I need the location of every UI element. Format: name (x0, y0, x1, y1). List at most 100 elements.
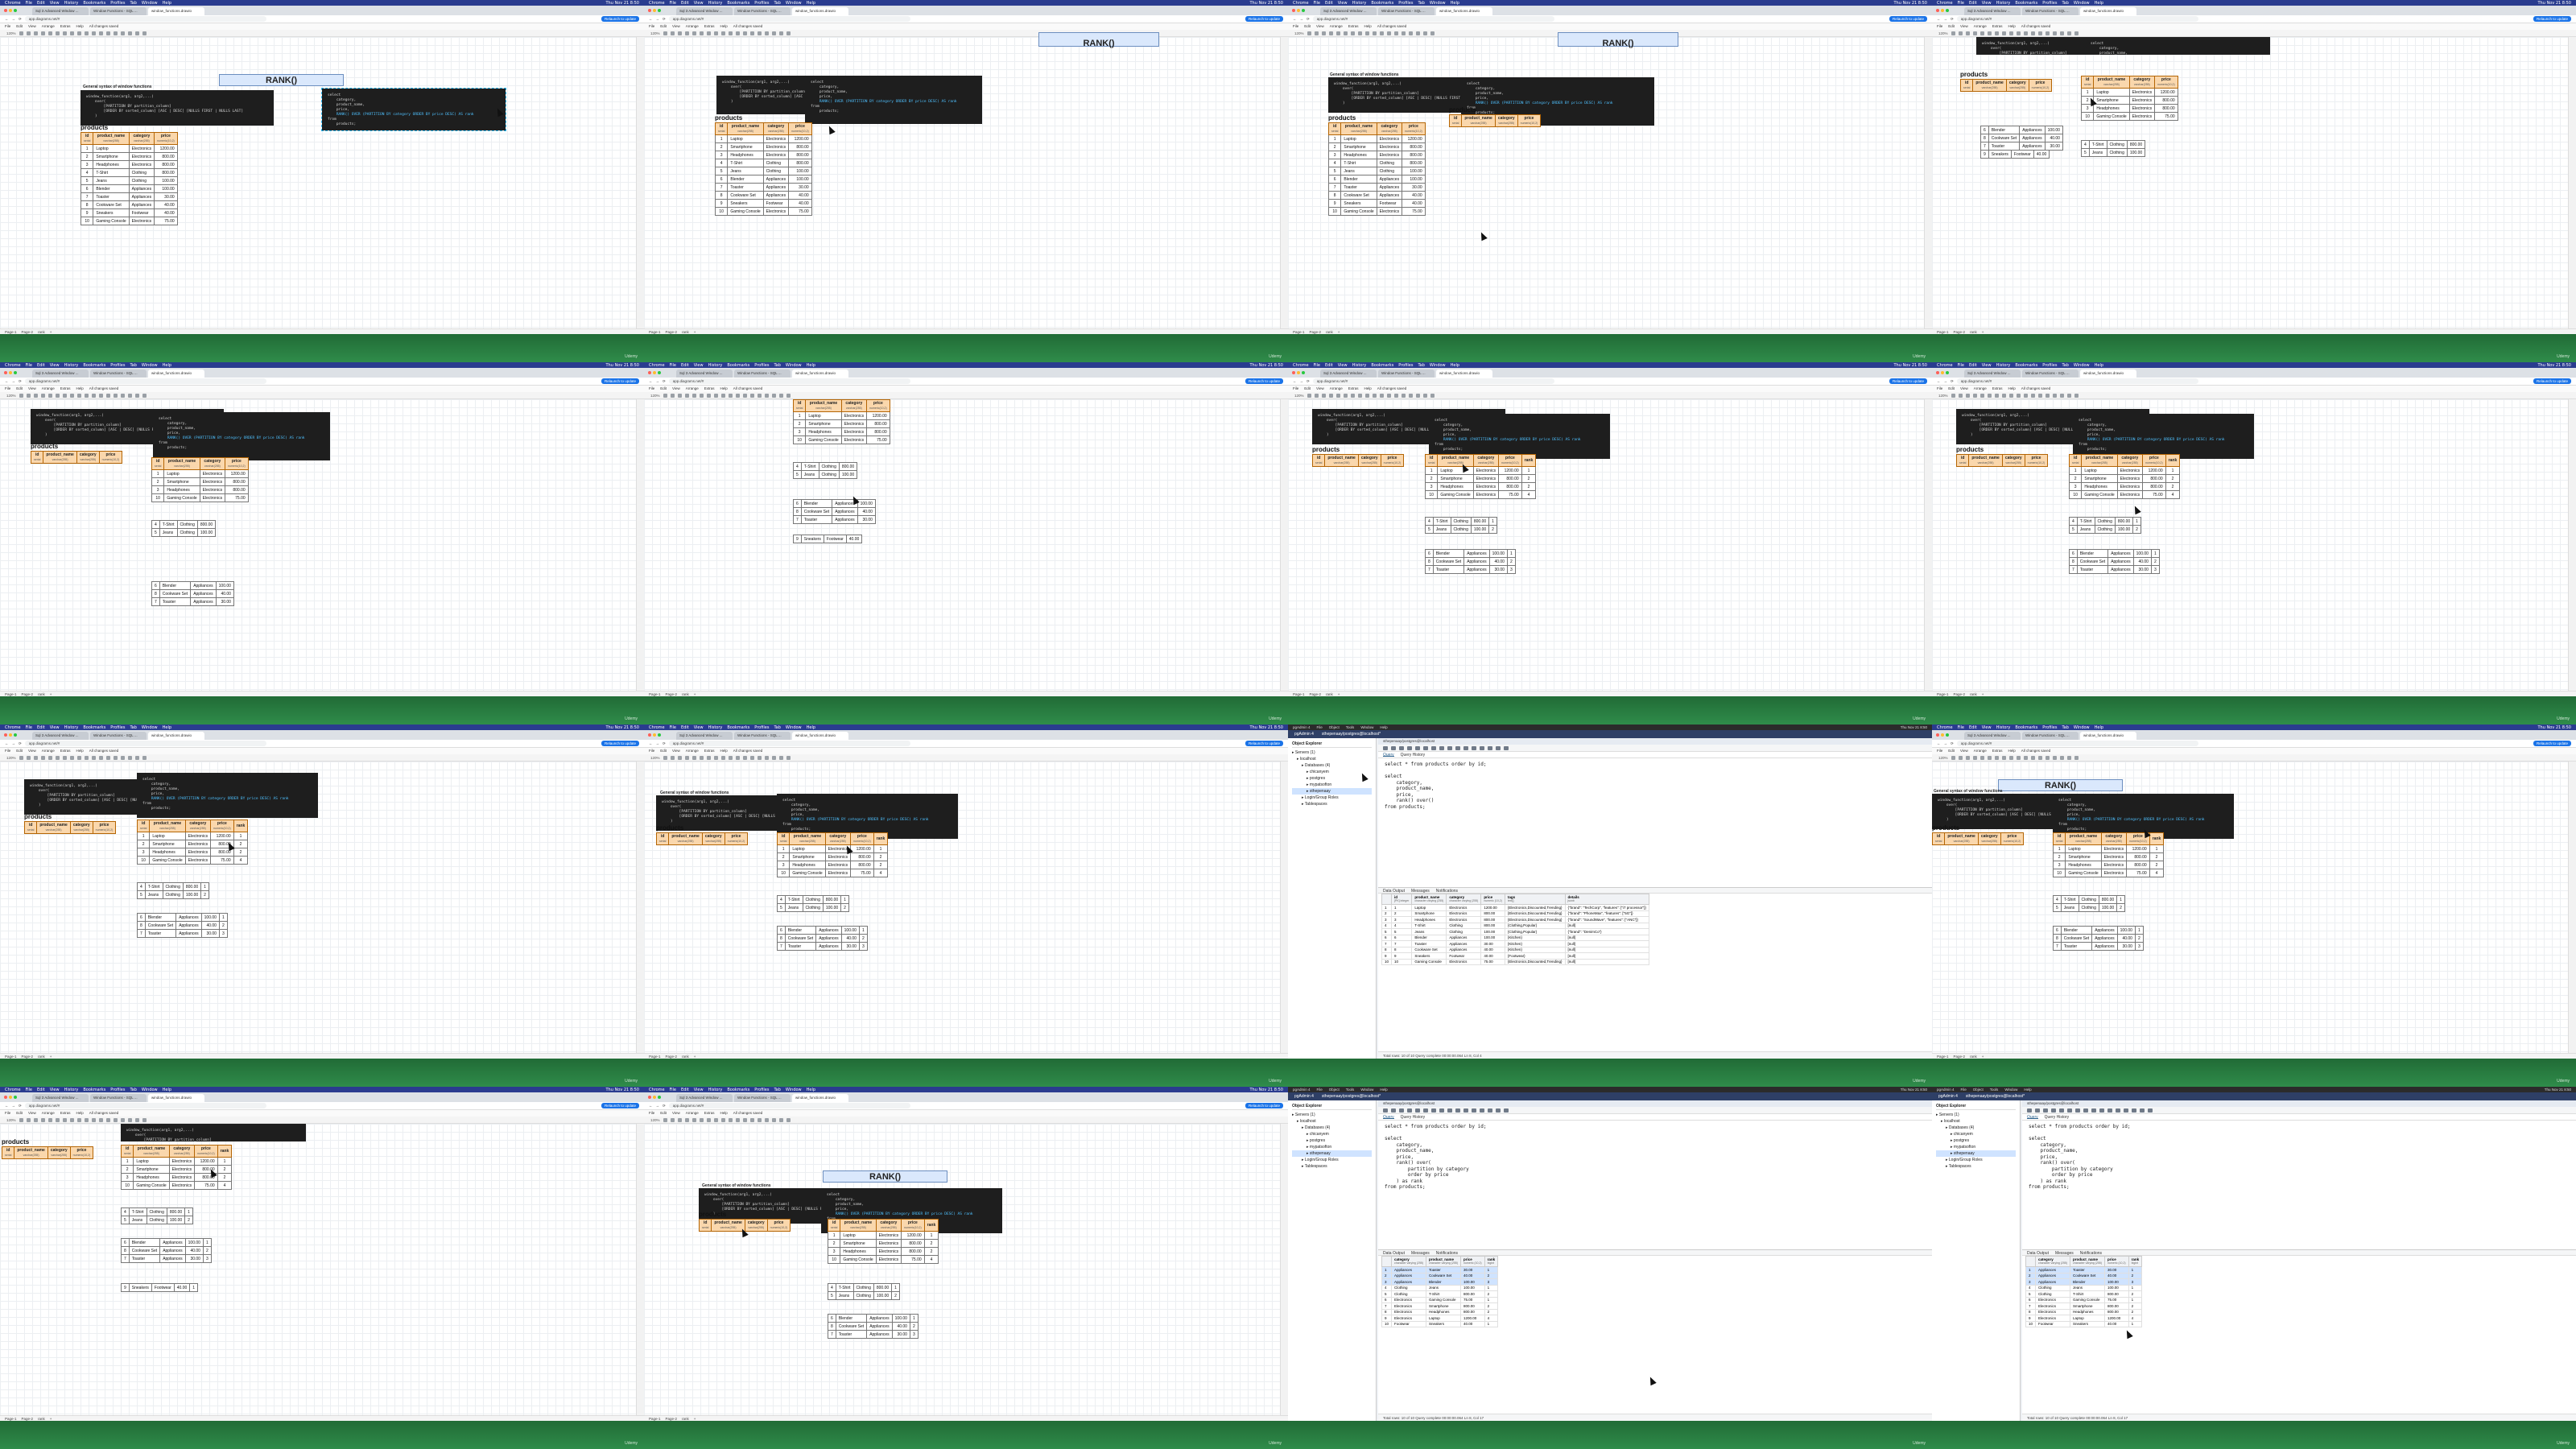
toolbar-tool-icon[interactable] (706, 31, 711, 35)
result-cell[interactable]: 1200.00 (2104, 1315, 2129, 1322)
result-cell[interactable]: Electronics (2035, 1315, 2071, 1322)
page-tab[interactable]: Page-1 (5, 330, 17, 334)
query-tool-icon[interactable] (1383, 1108, 1388, 1113)
menubar-item[interactable]: File (670, 1, 676, 6)
window-controls[interactable] (4, 9, 17, 12)
drawio-menu-item[interactable]: Arrange (42, 749, 55, 753)
toolbar-tool-icon[interactable] (19, 393, 23, 398)
toolbar-tool-icon[interactable] (1350, 393, 1355, 398)
toolbar-tool-icon[interactable] (720, 393, 725, 398)
tree-node[interactable]: ▸ localhost (1936, 1118, 2016, 1125)
drawio-menu-item[interactable]: Arrange (686, 386, 699, 391)
drawio-menu-item[interactable]: File (649, 749, 654, 753)
toolbar-tool-icon[interactable] (1393, 393, 1398, 398)
menubar-item[interactable]: History (708, 1088, 723, 1092)
toolbar-tool-icon[interactable] (663, 31, 667, 35)
browser-tab[interactable]: window_functions.drawio (148, 732, 204, 740)
menubar-item[interactable]: Edit (681, 1, 689, 6)
drawio-menu-item[interactable]: View (672, 749, 680, 753)
menubar-item[interactable]: Tools (1990, 1088, 1999, 1092)
result-cell[interactable]: Appliances (1446, 946, 1482, 953)
query-tool-icon[interactable] (1391, 745, 1396, 750)
result-cell[interactable]: 2 (1484, 1302, 1499, 1310)
page-tab[interactable]: Page-1 (649, 1417, 661, 1421)
result-cell[interactable]: T-Shirt (1426, 1290, 1462, 1298)
sql-editor[interactable]: select * from products order by id; sele… (1378, 1121, 1932, 1249)
toolbar-tool-icon[interactable] (1994, 31, 1999, 35)
result-cell[interactable]: {"brand": "DenimCo"} (1564, 928, 1649, 935)
result-row[interactable]: 4 4 T-Shirt Clothing 800.00 {Clothing,Popular… (1381, 922, 1649, 929)
relaunch-button[interactable]: Relaunch to update (1245, 741, 1283, 746)
result-cell[interactable]: {Footwear} (1504, 952, 1566, 960)
result-cell[interactable]: 1 (1484, 1266, 1499, 1274)
page-tab[interactable]: rank (1970, 1055, 1977, 1059)
result-cell[interactable]: 100.00 (1460, 1278, 1485, 1286)
drawio-menu-item[interactable]: Help (720, 386, 728, 391)
browser-tab[interactable]: Sql 3 Advanced Window ... (1964, 732, 2021, 740)
toolbar-tool-icon[interactable] (134, 393, 139, 398)
menubar-item[interactable]: Window (786, 725, 802, 730)
output-tab[interactable]: Messages (2055, 1251, 2074, 1256)
forward-icon[interactable]: → (12, 1104, 16, 1108)
drawio-menu-item[interactable]: View (28, 386, 36, 391)
query-tool-icon[interactable] (1496, 745, 1501, 750)
drawio-menu-item[interactable]: Extras (704, 24, 715, 29)
result-cell[interactable]: Clothing (1446, 922, 1482, 929)
window-controls[interactable] (1292, 9, 1305, 12)
result-cell[interactable]: Electronics (1391, 1315, 1427, 1322)
drawio-menu-item[interactable]: Arrange (42, 386, 55, 391)
menubar-item[interactable]: Help (807, 1088, 815, 1092)
result-cell[interactable]: 30.00 (2104, 1266, 2129, 1274)
result-cell[interactable]: 1200.00 (1460, 1315, 1485, 1322)
window-control-icon[interactable] (4, 1096, 7, 1099)
menubar-item[interactable]: Profiles (110, 1088, 125, 1092)
result-cell[interactable]: Cookware Set (2070, 1272, 2106, 1279)
query-tool-icon[interactable] (2107, 1108, 2112, 1113)
drawio-menu-item[interactable]: Extras (1348, 386, 1359, 391)
partition-table-electronics[interactable]: id serial product_name varchar(255) category… (827, 1219, 939, 1264)
menubar-item[interactable]: Bookmarks (727, 725, 749, 730)
drawio-menu-item[interactable]: Extras (1348, 24, 1359, 29)
menubar-item[interactable]: Window (142, 1088, 158, 1092)
toolbar-tool-icon[interactable] (2008, 393, 2013, 398)
toolbar-tool-icon[interactable] (786, 755, 791, 760)
toolbar-tool-icon[interactable] (706, 1117, 711, 1122)
drawio-menu-item[interactable]: View (1316, 386, 1324, 391)
back-icon[interactable]: ← (1937, 17, 1941, 21)
output-tab[interactable]: Notifications (1436, 1251, 1458, 1256)
window-controls[interactable] (4, 371, 17, 374)
result-cell[interactable]: Appliances (1391, 1266, 1427, 1274)
toolbar-tool-icon[interactable] (40, 393, 45, 398)
toolbar-tool-icon[interactable] (2066, 755, 2071, 760)
query-tool-icon[interactable] (2059, 1108, 2064, 1113)
tree-node[interactable]: ▸ mypatsofton (1936, 1144, 2016, 1150)
result-cell[interactable]: Smartphone (2070, 1302, 2106, 1310)
vertical-scrollbar[interactable] (2568, 37, 2576, 328)
page-tab[interactable]: Page-2 (1310, 330, 1322, 334)
toolbar-tool-icon[interactable] (2023, 755, 2028, 760)
page-tab[interactable]: rank (1326, 692, 1333, 696)
page-tab[interactable]: Page-2 (22, 1055, 34, 1059)
menubar-item[interactable]: File (26, 1088, 32, 1092)
browser-tab[interactable]: Sql 3 Advanced Window ... (1320, 7, 1377, 15)
page-tab[interactable]: Page-1 (1937, 692, 1949, 696)
result-row[interactable]: 3 Appliances Blender 100.00 3 (1381, 1278, 1499, 1286)
window-control-icon[interactable] (1946, 371, 1949, 374)
partition-table-electronics[interactable]: id serial product_name varchar(255) category… (2052, 832, 2165, 877)
query-tool-icon[interactable] (1415, 745, 1420, 750)
window-control-icon[interactable] (1941, 733, 1944, 737)
result-cell[interactable]: Electronics (1446, 958, 1482, 965)
query-tool-icon[interactable] (1447, 745, 1452, 750)
drawio-canvas[interactable]: RANK() window_function(arg1, arg2,...) ov… (644, 32, 1280, 328)
result-cell[interactable]: 30.00 (1460, 1266, 1485, 1274)
toolbar-tool-icon[interactable] (127, 393, 132, 398)
toolbar-tool-icon[interactable] (1994, 393, 1999, 398)
query-tool-icon[interactable] (2027, 1108, 2032, 1113)
browser-tab[interactable]: window_functions.drawio (1436, 7, 1492, 15)
toolbar-tool-icon[interactable] (713, 1117, 718, 1122)
menubar-item[interactable]: Bookmarks (2015, 363, 2037, 368)
result-row[interactable]: 2 2 Smartphone Electronics 800.00 {Electronic… (1381, 910, 1649, 917)
toolbar-tool-icon[interactable] (105, 755, 110, 760)
toolbar-tool-icon[interactable] (91, 393, 96, 398)
drawio-menu-item[interactable]: Edit (660, 749, 667, 753)
